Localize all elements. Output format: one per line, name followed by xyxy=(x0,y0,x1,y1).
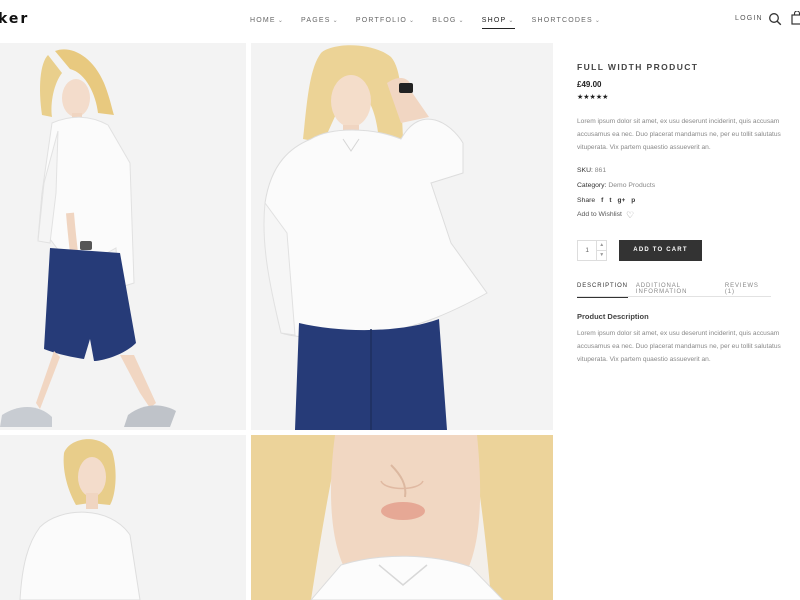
product-image-4[interactable] xyxy=(251,435,553,600)
shopping-bag-icon[interactable] xyxy=(791,11,800,25)
product-meta: SKU: 861 Category: Demo Products Share f… xyxy=(577,164,800,223)
facebook-icon[interactable]: f xyxy=(601,194,603,209)
share-row: Share f t g+ p xyxy=(577,194,800,209)
product-image-3[interactable] xyxy=(0,435,246,600)
tab-description[interactable]: DESCRIPTION xyxy=(577,283,628,298)
increment-icon[interactable]: ▲ xyxy=(597,241,606,251)
twitter-icon[interactable]: t xyxy=(609,194,611,209)
quantity-controls: ▲ ▼ xyxy=(596,241,606,260)
chevron-down-icon: ⌄ xyxy=(277,17,285,24)
wishlist-link[interactable]: Add to Wishlist ♡ xyxy=(577,208,800,223)
product-tabs: DESCRIPTION ADDITIONAL INFORMATION REVIE… xyxy=(577,283,771,298)
nav-item-home[interactable]: HOME ⌄ xyxy=(250,14,284,26)
nav-item-blog[interactable]: BLOG ⌄ xyxy=(432,14,465,26)
nav-label: SHORTCODES xyxy=(531,16,593,24)
main-nav: HOME ⌄ PAGES ⌄ PORTFOLIO ⌄ BLOG ⌄ SHOP ⌄ SHOR… xyxy=(250,14,618,29)
decrement-icon[interactable]: ▼ xyxy=(597,251,606,260)
site-logo[interactable]: ker xyxy=(0,11,29,27)
quantity-stepper[interactable]: 1 ▲ ▼ xyxy=(577,240,607,261)
chevron-down-icon: ⌄ xyxy=(332,17,339,24)
nav-item-shop[interactable]: SHOP ⌄ xyxy=(481,14,515,29)
category-link[interactable]: Demo Products xyxy=(608,182,655,189)
nav-label: SHOP xyxy=(481,16,507,24)
add-to-cart-button[interactable]: ADD TO CART xyxy=(619,240,702,261)
product-title: FULL WIDTH PRODUCT xyxy=(577,62,699,72)
login-link[interactable]: LOGIN xyxy=(735,15,763,22)
product-summary: FULL WIDTH PRODUCT £49.00 ★★★★★ Lorem ip… xyxy=(577,62,800,223)
category-label: Category: xyxy=(577,181,607,189)
google-plus-icon[interactable]: g+ xyxy=(617,194,625,209)
sku-row: SKU: 861 xyxy=(577,164,800,179)
product-image-2[interactable] xyxy=(251,43,553,430)
short-description: Lorem ipsum dolor sit amet, ex usu deser… xyxy=(577,118,781,151)
site-header: ker HOME ⌄ PAGES ⌄ PORTFOLIO ⌄ BLOG ⌄ SHOP ⌄ … xyxy=(0,0,800,42)
chevron-down-icon: ⌄ xyxy=(458,17,465,24)
search-icon[interactable] xyxy=(768,12,782,26)
share-label: Share xyxy=(577,196,596,204)
category-row: Category: Demo Products xyxy=(577,179,800,194)
product-image-1[interactable] xyxy=(0,43,246,430)
heart-icon: ♡ xyxy=(625,210,635,221)
tab-panel-text: Lorem ipsum dolor sit amet, ex usu deser… xyxy=(577,330,781,363)
nav-label: PAGES xyxy=(301,16,331,24)
tab-reviews[interactable]: REVIEWS (1) xyxy=(725,283,763,297)
wishlist-label: Add to Wishlist xyxy=(577,211,622,219)
tab-panel-title: Product Description xyxy=(577,312,649,321)
pinterest-icon[interactable]: p xyxy=(631,194,635,209)
quantity-input[interactable]: 1 xyxy=(578,241,596,260)
chevron-down-icon: ⌄ xyxy=(409,17,416,24)
chevron-down-icon: ⌄ xyxy=(508,17,515,24)
nav-item-pages[interactable]: PAGES ⌄ xyxy=(301,14,339,26)
nav-label: PORTFOLIO xyxy=(355,16,408,24)
product-price: £49.00 xyxy=(577,80,602,89)
tab-panel-description: Product Description Lorem ipsum dolor si… xyxy=(577,312,800,366)
chevron-down-icon: ⌄ xyxy=(594,17,602,24)
sku-value: 861 xyxy=(594,167,607,174)
star-rating[interactable]: ★★★★★ xyxy=(577,93,800,101)
nav-item-portfolio[interactable]: PORTFOLIO ⌄ xyxy=(356,14,415,26)
sku-label: SKU: xyxy=(577,167,593,174)
nav-label: BLOG xyxy=(432,16,457,24)
nav-label: HOME xyxy=(250,16,276,24)
tab-additional-information[interactable]: ADDITIONAL INFORMATION xyxy=(636,283,717,297)
add-to-cart-form: 1 ▲ ▼ ADD TO CART xyxy=(577,240,702,261)
nav-item-shortcodes[interactable]: SHORTCODES ⌄ xyxy=(532,14,602,26)
